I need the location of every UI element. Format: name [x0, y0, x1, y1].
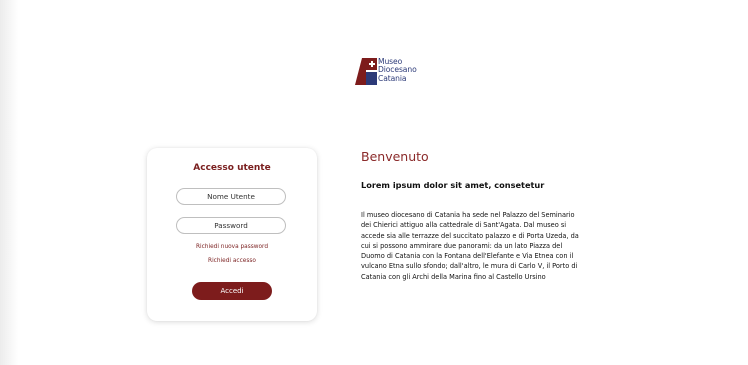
welcome-subtitle: Lorem ipsum dolor sit amet, consetetur	[361, 180, 545, 190]
welcome-body-line: dei Chierici attiguo alla cattedrale di …	[361, 221, 567, 230]
request-access-link[interactable]: Richiedi accesso	[147, 258, 317, 264]
login-page: Museo Diocesano Catania Accesso utente R…	[0, 0, 748, 365]
welcome-title: Benvenuto	[361, 149, 429, 164]
museum-logo-text: Museo Diocesano Catania	[378, 57, 417, 83]
welcome-body-line: cui si possono ammirare due panorami: da…	[361, 241, 563, 250]
password-input[interactable]	[176, 217, 286, 234]
login-card: Accesso utente Richiedi nuova password R…	[147, 148, 317, 321]
welcome-body-line: Il museo diocesano di Catania ha sede ne…	[361, 211, 575, 219]
logo-line-catania: Catania	[378, 73, 407, 83]
welcome-body: Il museo diocesano di Catania ha sede ne…	[361, 210, 641, 282]
username-input[interactable]	[176, 188, 286, 205]
welcome-body-line: accede sia alle terrazze del succitato p…	[361, 231, 579, 240]
welcome-body-line: vulcano Etna sullo sfondo; dall'altro, l…	[361, 262, 578, 271]
museum-logo-mark	[355, 58, 377, 85]
welcome-body-line: Duomo di Catania con la Fontana dell'Ele…	[361, 252, 574, 261]
login-button[interactable]: Accedi	[192, 282, 272, 300]
left-edge-shadow	[0, 0, 18, 365]
welcome-body-line: Catania con gli Archi della Marina fino …	[361, 272, 546, 281]
museum-logo: Museo Diocesano Catania	[355, 57, 465, 87]
request-new-password-link[interactable]: Richiedi nuova password	[147, 244, 317, 250]
login-title: Accesso utente	[193, 163, 271, 173]
